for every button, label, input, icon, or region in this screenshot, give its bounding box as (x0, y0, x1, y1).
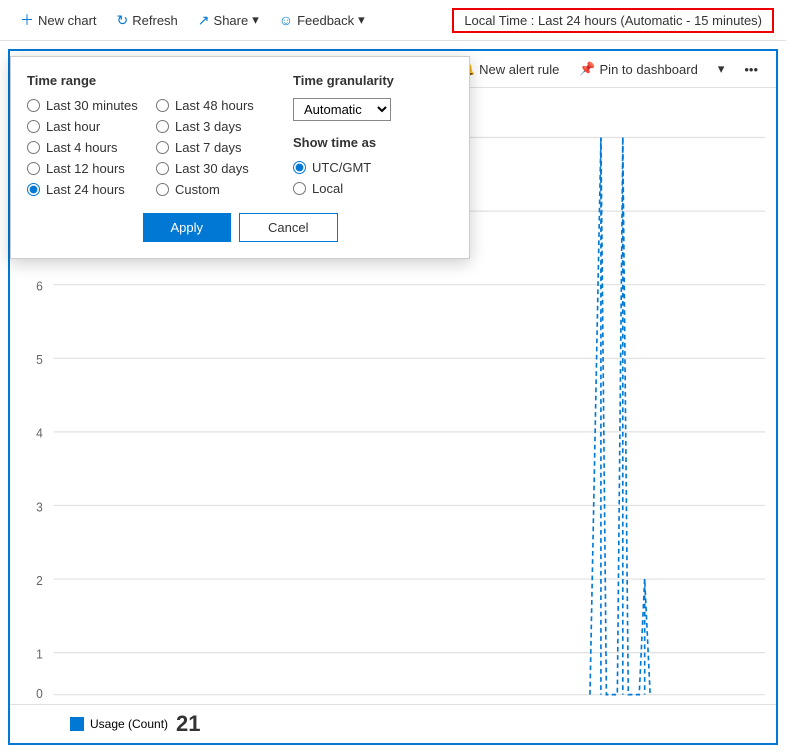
popup-columns: Time range Last 30 minutes Last 48 hours… (27, 73, 453, 197)
refresh-button[interactable]: ↻ Refresh (109, 8, 186, 33)
share-label: Share (214, 13, 249, 28)
cancel-button[interactable]: Cancel (239, 213, 337, 242)
more-options-button[interactable]: ▾ (710, 57, 733, 81)
radio-custom[interactable]: Custom (156, 182, 273, 197)
granularity-title: Time granularity (293, 73, 453, 88)
plus-icon: ＋ (20, 10, 34, 30)
radio-last-hour[interactable]: Last hour (27, 119, 144, 134)
popup-right: Time granularity Automatic 1 minute 5 mi… (293, 73, 453, 197)
share-icon: ↗ (198, 12, 210, 29)
chart-header-actions: ▾ 🔔 New alert rule 📌 Pin to dashboard ▾ … (424, 57, 766, 81)
granularity-select[interactable]: Automatic 1 minute 5 minutes 15 minutes … (293, 98, 391, 121)
pin-icon: 📌 (579, 61, 595, 77)
show-time-title: Show time as (293, 135, 453, 150)
chart-legend: Usage (Count) 21 (10, 704, 776, 743)
radio-last-48-hours[interactable]: Last 48 hours (156, 98, 273, 113)
new-alert-label: New alert rule (479, 62, 559, 77)
svg-text:2: 2 (36, 574, 43, 588)
svg-text:3: 3 (36, 500, 43, 514)
legend-metric-label: Usage (Count) (90, 717, 168, 731)
time-range-options: Last 30 minutes Last 48 hours Last hour … (27, 98, 273, 197)
radio-last-12-hours[interactable]: Last 12 hours (27, 161, 144, 176)
feedback-chevron-icon: ▾ (358, 12, 365, 28)
pin-label: Pin to dashboard (600, 62, 698, 77)
time-badge-label: Local Time : Last 24 hours (Automatic - … (464, 13, 762, 28)
apply-button[interactable]: Apply (143, 213, 232, 242)
popup-left: Time range Last 30 minutes Last 48 hours… (27, 73, 273, 197)
show-time-options: UTC/GMT Local (293, 160, 453, 196)
share-button[interactable]: ↗ Share ▾ (190, 8, 267, 33)
radio-last-7-days[interactable]: Last 7 days (156, 140, 273, 155)
time-range-title: Time range (27, 73, 273, 88)
chevron-down-icon2: ▾ (718, 61, 725, 77)
toolbar: ＋ New chart ↻ Refresh ↗ Share ▾ ☺ Feedba… (0, 0, 786, 41)
radio-last-30-days[interactable]: Last 30 days (156, 161, 273, 176)
legend-item: Usage (Count) (70, 717, 168, 731)
overflow-menu-button[interactable]: ••• (736, 58, 766, 81)
radio-last-4-hours[interactable]: Last 4 hours (27, 140, 144, 155)
time-range-popup: Time range Last 30 minutes Last 48 hours… (10, 56, 470, 259)
ellipsis-icon: ••• (744, 62, 758, 77)
svg-text:4: 4 (36, 426, 43, 440)
svg-text:5: 5 (36, 353, 43, 367)
feedback-label: Feedback (297, 13, 354, 28)
radio-last-24-hours[interactable]: Last 24 hours (27, 182, 144, 197)
popup-footer: Apply Cancel (27, 213, 453, 242)
legend-color-swatch (70, 717, 84, 731)
pin-dashboard-button[interactable]: 📌 Pin to dashboard (571, 57, 705, 81)
legend-count-value: 21 (176, 711, 200, 737)
refresh-icon: ↻ (117, 12, 129, 29)
feedback-button[interactable]: ☺ Feedback ▾ (271, 8, 373, 32)
refresh-label: Refresh (132, 13, 178, 28)
share-chevron-icon: ▾ (252, 12, 259, 28)
new-chart-button[interactable]: ＋ New chart (12, 6, 105, 34)
radio-utc[interactable]: UTC/GMT (293, 160, 453, 175)
svg-text:6: 6 (36, 279, 43, 293)
svg-text:0: 0 (36, 687, 43, 701)
svg-text:1: 1 (36, 647, 43, 661)
new-chart-label: New chart (38, 13, 97, 28)
time-badge[interactable]: Local Time : Last 24 hours (Automatic - … (452, 8, 774, 33)
radio-last-30-min[interactable]: Last 30 minutes (27, 98, 144, 113)
radio-last-3-days[interactable]: Last 3 days (156, 119, 273, 134)
radio-local[interactable]: Local (293, 181, 453, 196)
feedback-icon: ☺ (279, 12, 293, 28)
